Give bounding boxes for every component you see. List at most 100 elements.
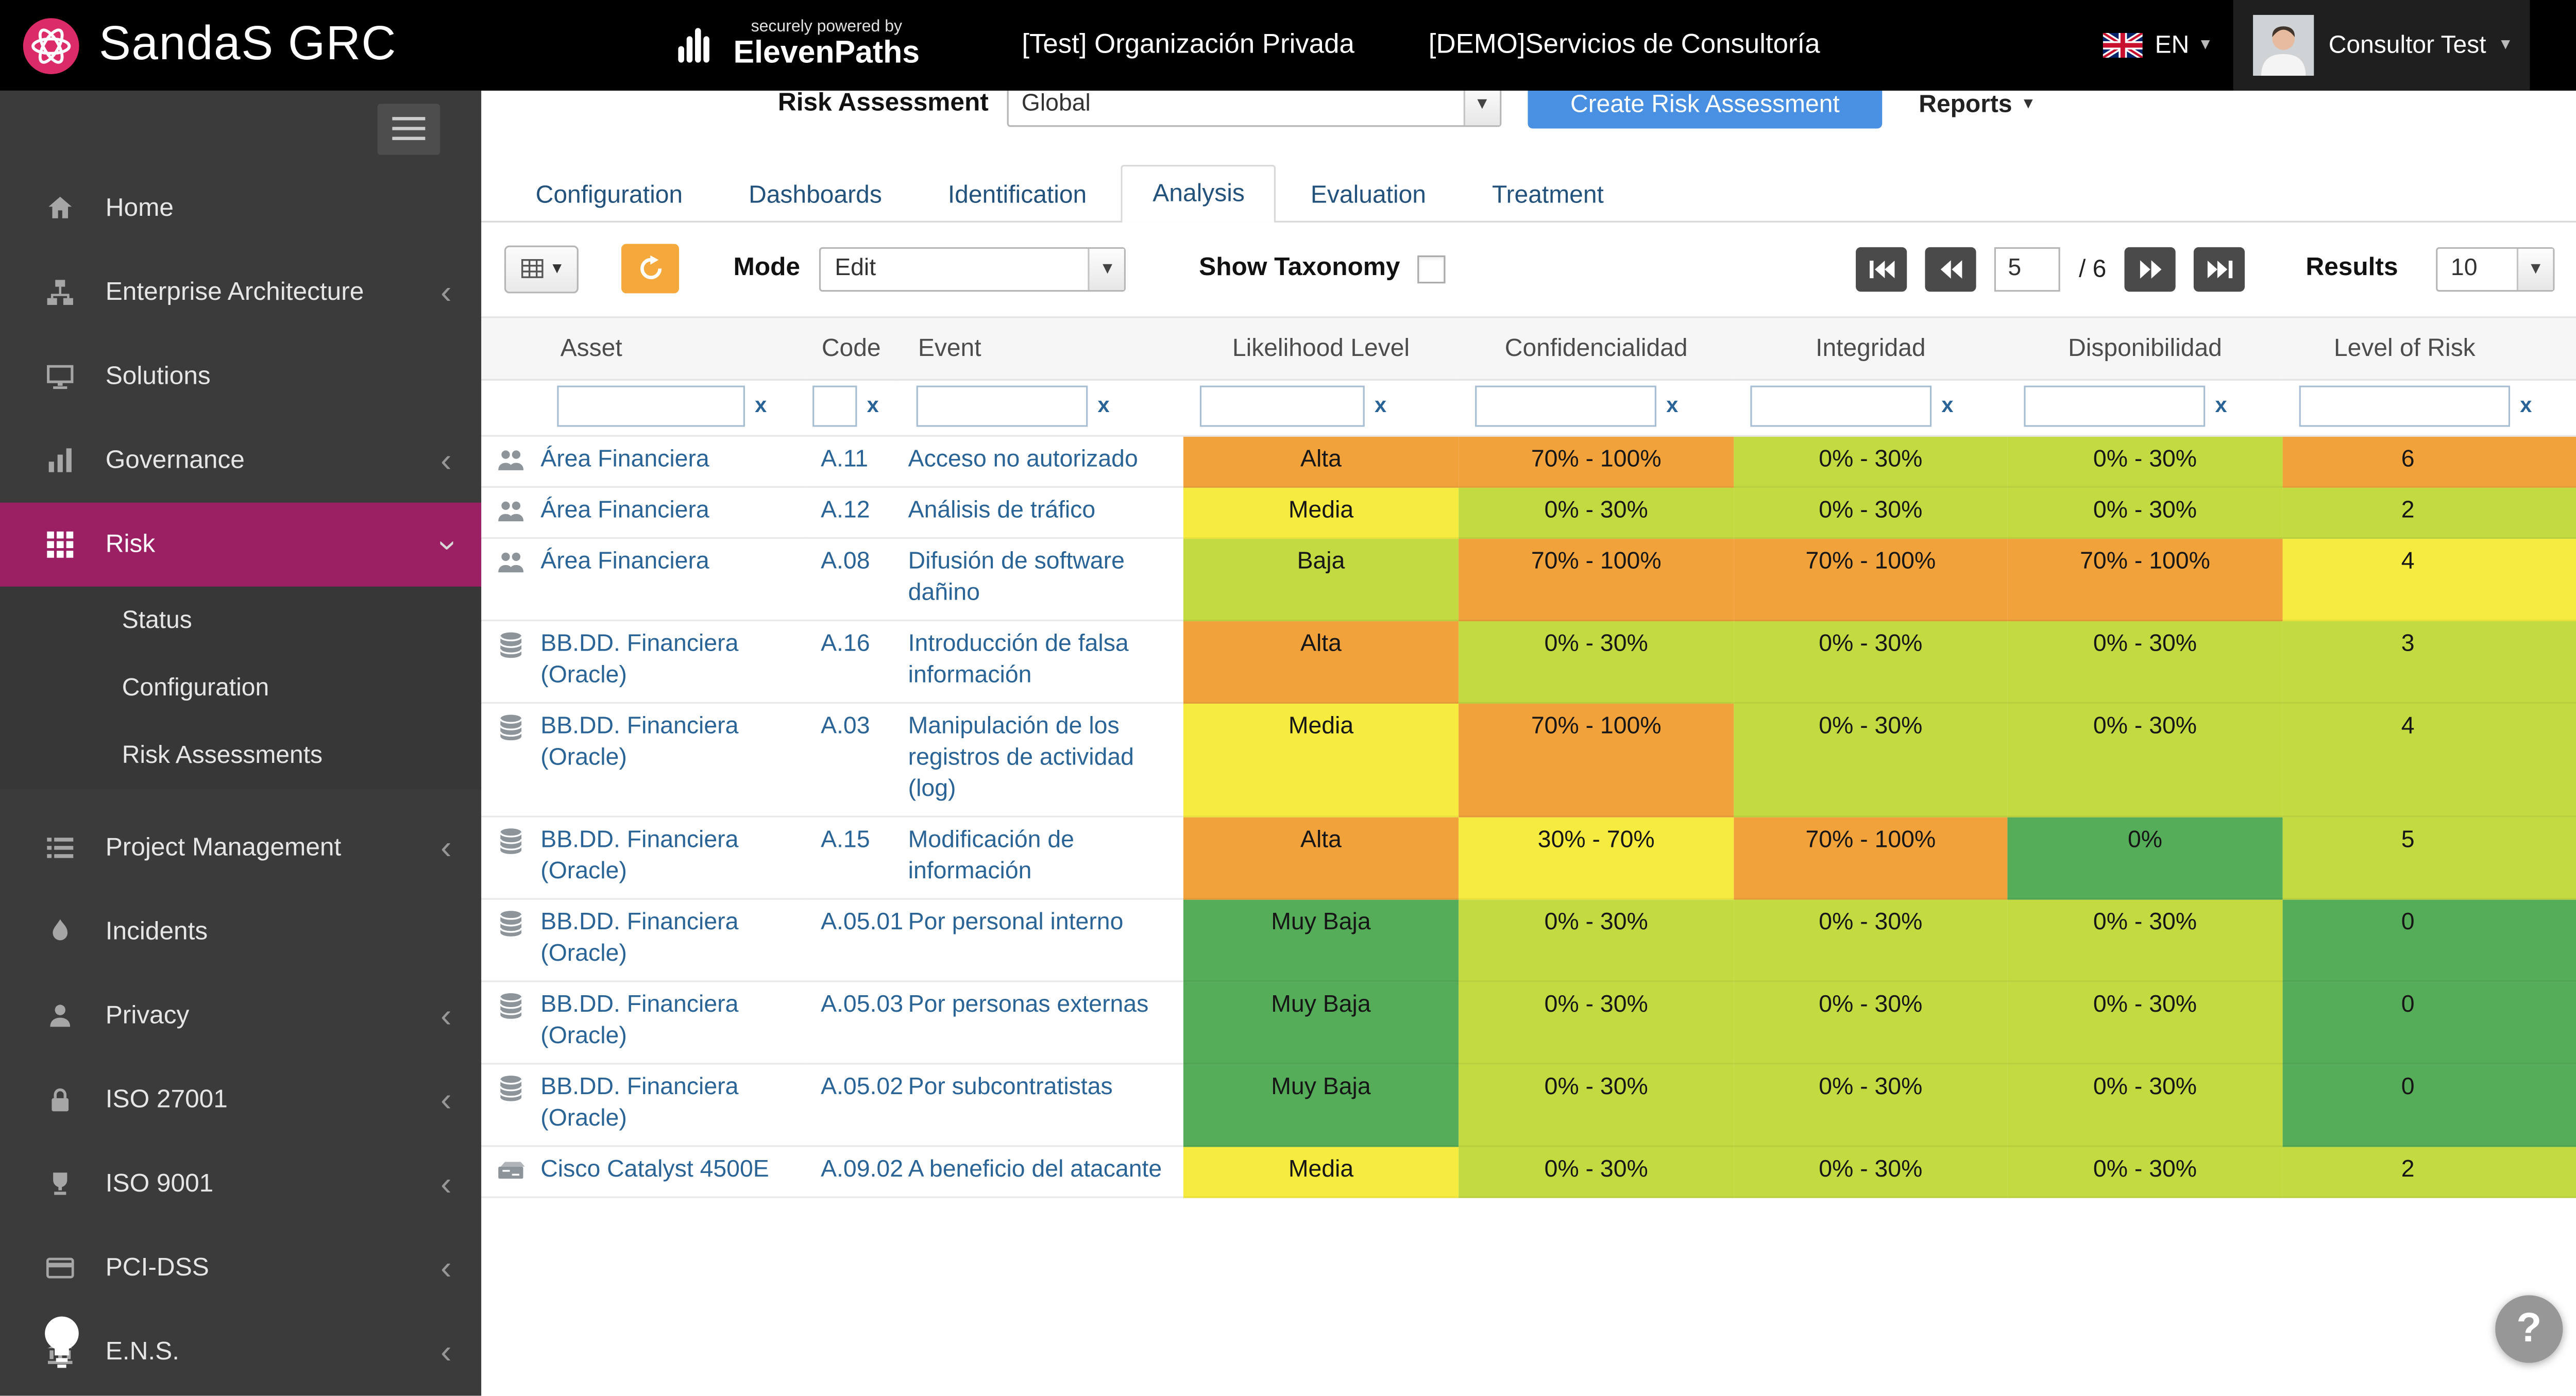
asset-link[interactable]: Área Financiera: [540, 547, 709, 578]
reports-menu[interactable]: Reports ▾: [1919, 90, 2032, 117]
language-selector[interactable]: EN ▾: [2104, 31, 2210, 59]
confidencialidad-cell[interactable]: 0% - 30%: [1459, 981, 1734, 1064]
integridad-cell[interactable]: 70% - 100%: [1734, 538, 2007, 620]
confidencialidad-cell[interactable]: 70% - 100%: [1459, 703, 1734, 816]
show-taxonomy-checkbox[interactable]: [1418, 254, 1446, 282]
event-link[interactable]: Difusión de software dañino: [908, 549, 1125, 606]
confidencialidad-cell[interactable]: 30% - 70%: [1459, 816, 1734, 899]
confidencialidad-cell[interactable]: 0% - 30%: [1459, 620, 1734, 703]
last-page-button[interactable]: [2194, 246, 2245, 291]
likelihood-cell[interactable]: Muy Baja: [1183, 981, 1459, 1064]
disponibilidad-cell[interactable]: 0% - 30%: [2007, 899, 2282, 981]
column-header-disponibilidad[interactable]: Disponibilidad: [2007, 317, 2282, 380]
sidebar-item-status[interactable]: Status: [0, 587, 481, 654]
tab-analysis[interactable]: Analysis: [1121, 165, 1276, 223]
sidebar-item-risk[interactable]: Risk‹: [0, 503, 481, 587]
confidencialidad-cell[interactable]: 0% - 30%: [1459, 487, 1734, 538]
event-link[interactable]: Por personal interno: [908, 910, 1124, 936]
event-link[interactable]: Introducción de falsa información: [908, 631, 1129, 689]
asset-link[interactable]: BB.DD. Financiera (Oracle): [540, 826, 794, 889]
event-link[interactable]: Por subcontratistas: [908, 1075, 1113, 1101]
previous-page-button[interactable]: [1925, 246, 1976, 291]
filter-disponibilidad-input[interactable]: [2024, 386, 2205, 427]
filter-level-of-risk-input[interactable]: [2299, 386, 2510, 427]
disponibilidad-cell[interactable]: 0% - 30%: [2007, 620, 2282, 703]
sidebar-item-enterprise-architecture[interactable]: Enterprise Architecture‹: [0, 250, 481, 334]
likelihood-cell[interactable]: Alta: [1183, 436, 1459, 487]
confidencialidad-cell[interactable]: 0% - 30%: [1459, 1064, 1734, 1146]
column-header-event[interactable]: Event: [898, 317, 1183, 380]
integridad-cell[interactable]: 0% - 30%: [1734, 436, 2007, 487]
help-button[interactable]: ?: [2495, 1295, 2563, 1363]
user-menu[interactable]: Consultor Test ▾: [2233, 0, 2530, 91]
filter-clear-button[interactable]: x: [1666, 393, 1678, 417]
column-header-integridad[interactable]: Integridad: [1734, 317, 2007, 380]
sidebar-collapse-button[interactable]: [378, 103, 440, 154]
next-page-button[interactable]: [2125, 246, 2176, 291]
confidencialidad-cell[interactable]: 70% - 100%: [1459, 436, 1734, 487]
integridad-cell[interactable]: 0% - 30%: [1734, 981, 2007, 1064]
tab-evaluation[interactable]: Evaluation: [1279, 166, 1458, 221]
disponibilidad-cell[interactable]: 0% - 30%: [2007, 436, 2282, 487]
code-link[interactable]: A.09.02: [821, 1157, 903, 1183]
filter-likelihood-level-input[interactable]: [1200, 386, 1365, 427]
disponibilidad-cell[interactable]: 70% - 100%: [2007, 538, 2282, 620]
asset-link[interactable]: BB.DD. Financiera (Oracle): [540, 1073, 794, 1136]
filter-clear-button[interactable]: x: [867, 393, 879, 417]
filter-clear-button[interactable]: x: [2215, 393, 2227, 417]
tab-configuration[interactable]: Configuration: [504, 166, 714, 221]
event-link[interactable]: A beneficio del atacante: [908, 1157, 1162, 1183]
asset-link[interactable]: BB.DD. Financiera (Oracle): [540, 908, 794, 971]
likelihood-cell[interactable]: Media: [1183, 703, 1459, 816]
sidebar-item-pci-dss[interactable]: PCI-DSS‹: [0, 1226, 481, 1310]
results-per-page-select[interactable]: 10 ▼: [2436, 246, 2554, 291]
code-link[interactable]: A.05.01: [821, 910, 903, 936]
sidebar-item-privacy[interactable]: Privacy‹: [0, 974, 481, 1058]
column-header-asset[interactable]: Asset: [481, 317, 804, 380]
sidebar-item-risk-assessments[interactable]: Risk Assessments: [0, 722, 481, 789]
integridad-cell[interactable]: 0% - 30%: [1734, 703, 2007, 816]
sidebar-item-home[interactable]: Home: [0, 166, 481, 250]
asset-link[interactable]: Área Financiera: [540, 445, 709, 476]
disponibilidad-cell[interactable]: 0% - 30%: [2007, 703, 2282, 816]
event-link[interactable]: Análisis de tráfico: [908, 498, 1096, 524]
code-link[interactable]: A.05.02: [821, 1075, 903, 1101]
mode-select[interactable]: Edit ▼: [820, 246, 1126, 291]
tab-treatment[interactable]: Treatment: [1461, 166, 1635, 221]
tab-dashboards[interactable]: Dashboards: [717, 166, 913, 221]
event-link[interactable]: Acceso no autorizado: [908, 447, 1138, 473]
refresh-button[interactable]: [621, 244, 679, 293]
asset-link[interactable]: BB.DD. Financiera (Oracle): [540, 991, 794, 1053]
filter-clear-button[interactable]: x: [1098, 393, 1110, 417]
likelihood-cell[interactable]: Muy Baja: [1183, 1064, 1459, 1146]
likelihood-cell[interactable]: Baja: [1183, 538, 1459, 620]
integridad-cell[interactable]: 0% - 30%: [1734, 620, 2007, 703]
column-header-level-of-risk[interactable]: Level of Risk: [2283, 317, 2576, 380]
filter-code-input[interactable]: [812, 386, 857, 427]
sidebar-item-iso-9001[interactable]: ISO 9001‹: [0, 1142, 481, 1226]
disponibilidad-cell[interactable]: 0% - 30%: [2007, 1146, 2282, 1197]
integridad-cell[interactable]: 0% - 30%: [1734, 1064, 2007, 1146]
code-link[interactable]: A.11: [821, 447, 868, 473]
likelihood-cell[interactable]: Muy Baja: [1183, 899, 1459, 981]
code-link[interactable]: A.05.03: [821, 992, 903, 1018]
page-number-input[interactable]: [1995, 246, 2061, 291]
code-link[interactable]: A.15: [821, 827, 870, 854]
code-link[interactable]: A.12: [821, 498, 870, 524]
integridad-cell[interactable]: 0% - 30%: [1734, 1146, 2007, 1197]
asset-link[interactable]: BB.DD. Financiera (Oracle): [540, 712, 794, 775]
filter-clear-button[interactable]: x: [1375, 393, 1386, 417]
column-header-code[interactable]: Code: [804, 317, 898, 380]
confidencialidad-cell[interactable]: 0% - 30%: [1459, 1146, 1734, 1197]
sidebar-item-iso-27001[interactable]: ISO 27001‹: [0, 1058, 481, 1142]
filter-asset-input[interactable]: [557, 386, 745, 427]
integridad-cell[interactable]: 0% - 30%: [1734, 487, 2007, 538]
sidebar-item-project-management[interactable]: Project Management‹: [0, 806, 481, 890]
asset-link[interactable]: BB.DD. Financiera (Oracle): [540, 629, 794, 692]
likelihood-cell[interactable]: Media: [1183, 487, 1459, 538]
filter-clear-button[interactable]: x: [755, 393, 767, 417]
column-header-likelihood-level[interactable]: Likelihood Level: [1183, 317, 1459, 380]
tab-identification[interactable]: Identification: [917, 166, 1118, 221]
sidebar-item-incidents[interactable]: Incidents: [0, 890, 481, 974]
column-header-confidencialidad[interactable]: Confidencialidad: [1459, 317, 1734, 380]
